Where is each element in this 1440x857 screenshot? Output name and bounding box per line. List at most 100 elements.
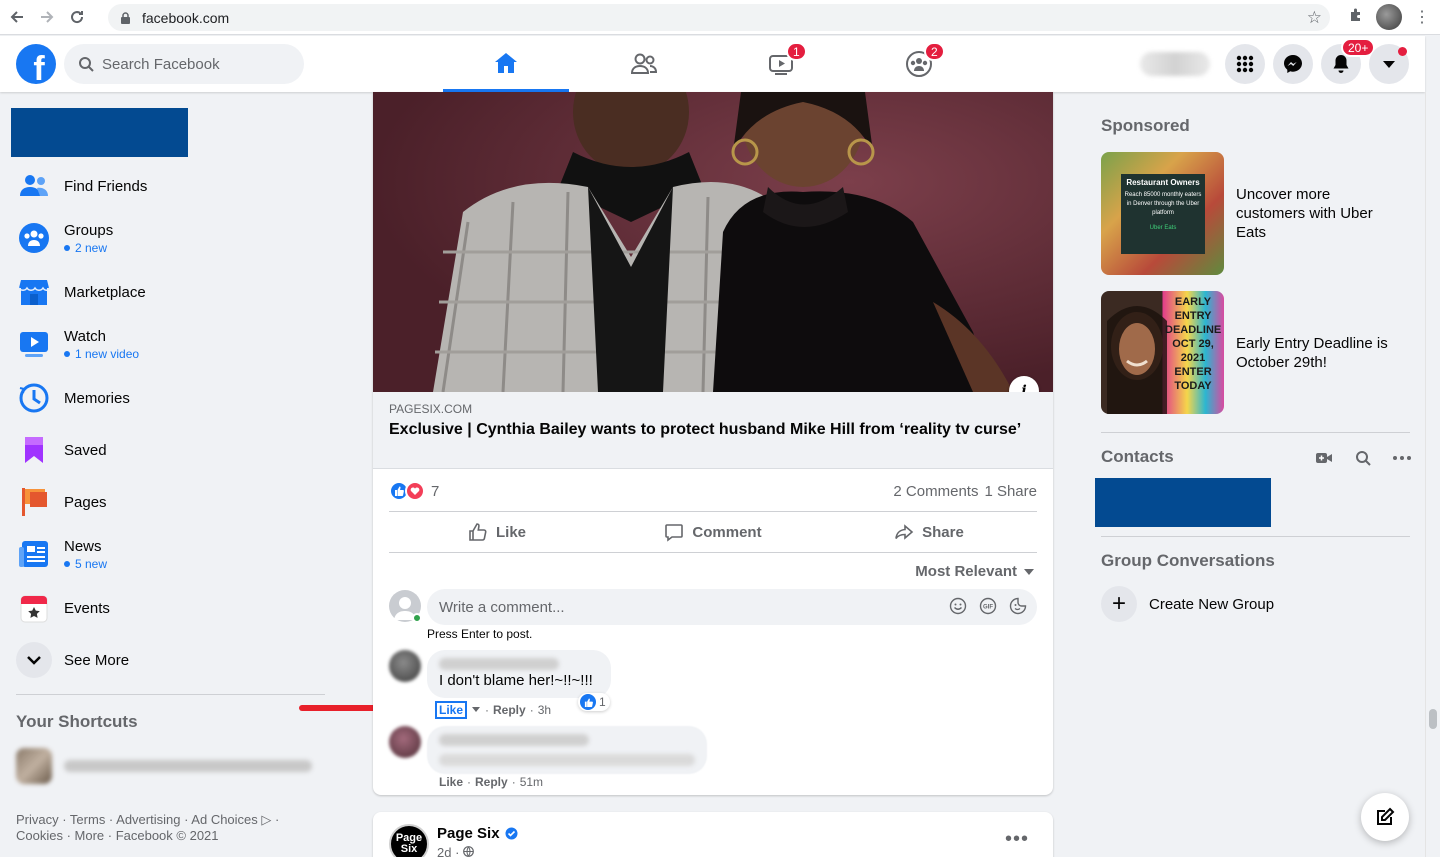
grid-menu-icon (1236, 55, 1254, 73)
bell-icon (1333, 55, 1349, 73)
marketplace-icon (16, 274, 52, 310)
messenger-button[interactable] (1273, 44, 1313, 84)
post-time[interactable]: 2d · (437, 845, 474, 857)
comment-like-count[interactable]: 1 (578, 693, 610, 711)
sidebar-item-pages[interactable]: Pages (16, 482, 107, 522)
comment-time[interactable]: 51m (520, 775, 543, 789)
forward-icon[interactable] (34, 4, 60, 30)
bookmark-star-icon[interactable]: ☆ (1307, 8, 1322, 28)
sidebar-item-memories[interactable]: Memories (16, 378, 130, 418)
comment-like-button[interactable]: Like (435, 701, 468, 719)
comment-composer[interactable]: GIF (427, 589, 1037, 625)
link-preview[interactable]: PAGESIX.COM Exclusive | Cynthia Bailey w… (373, 392, 1053, 469)
ad-image-brand: Uber Eats (1149, 225, 1177, 231)
shortcut-item-blurred[interactable] (16, 746, 316, 786)
photo-illustration (373, 92, 1053, 392)
commenter-name-blurred[interactable] (439, 734, 589, 746)
link-title: Exclusive | Cynthia Bailey wants to prot… (389, 421, 1022, 438)
watch-badge: 1 (786, 42, 807, 61)
ad-image-caption: EARLY ENTRY DEADLINE OCT 29, 2021 ENTER … (1165, 296, 1222, 392)
emoji-icon[interactable] (949, 597, 967, 615)
sidebar-item-sub: 2 new (64, 241, 113, 255)
sidebar-item-marketplace[interactable]: Marketplace (16, 272, 146, 312)
sticker-icon[interactable] (1009, 597, 1027, 615)
account-button[interactable] (1369, 44, 1409, 84)
post-photo[interactable] (373, 92, 1053, 392)
groups-badge: 2 (924, 42, 945, 61)
like-button[interactable]: Like (389, 512, 605, 552)
sponsored-ad-uber-eats[interactable]: Restaurant Owners Reach 85000 monthly ea… (1101, 152, 1401, 275)
comment-button[interactable]: Comment (605, 512, 821, 552)
caret-down-icon (1024, 568, 1034, 575)
svg-text:GIF: GIF (983, 605, 993, 611)
chevron-down-icon (16, 642, 52, 678)
comment-sort-dropdown[interactable]: Most Relevant (915, 563, 1035, 580)
browser-profile-avatar[interactable] (1376, 4, 1402, 30)
search-box[interactable] (64, 44, 304, 84)
current-user-avatar[interactable] (389, 590, 422, 623)
comment-time[interactable]: 3h (538, 703, 551, 717)
comment-actions: Like · Reply · 51m (439, 775, 544, 789)
sidebar-item-watch[interactable]: Watch 1 new video (16, 324, 139, 364)
account-dot (1398, 47, 1407, 56)
sidebar-item-find-friends[interactable]: Find Friends (16, 166, 147, 206)
comments-count-link[interactable]: 2 Comments (893, 483, 978, 500)
see-more-label: See More (64, 651, 130, 669)
reload-icon[interactable] (64, 4, 90, 30)
friends-icon (630, 53, 658, 74)
facebook-logo-icon[interactable]: f (16, 44, 56, 84)
page-name-link[interactable]: Page Six (437, 825, 518, 842)
comment-input[interactable] (439, 598, 939, 616)
video-call-icon[interactable] (1315, 451, 1333, 465)
reactions-summary: 7 2 Comments 1 Share (389, 478, 1037, 504)
page-scrollbar[interactable] (1425, 92, 1440, 857)
notifications-button[interactable]: 20+ (1321, 38, 1376, 84)
see-more-button[interactable]: See More (16, 640, 129, 680)
shares-count-link[interactable]: 1 Share (984, 483, 1037, 500)
more-options-icon[interactable] (1393, 456, 1411, 460)
sidebar-item-groups[interactable]: Groups 2 new (16, 218, 113, 258)
extensions-icon[interactable] (1348, 7, 1364, 27)
share-button[interactable]: Share (821, 512, 1037, 552)
sidebar-item-news[interactable]: News 5 new (16, 534, 107, 574)
groups-icon (16, 220, 52, 256)
sponsored-ad-early-entry[interactable]: EARLY ENTRY DEADLINE OCT 29, 2021 ENTER … (1101, 291, 1401, 414)
tab-home[interactable] (443, 36, 569, 92)
create-new-group-button[interactable]: + Create New Group (1101, 586, 1274, 622)
scrollbar-thumb[interactable] (1429, 709, 1437, 729)
sidebar-item-saved[interactable]: Saved (16, 430, 107, 470)
search-input[interactable] (102, 55, 282, 73)
ad-text: Early Entry Deadline is October 29th! (1236, 334, 1388, 371)
watch-icon (16, 326, 52, 362)
new-message-button[interactable] (1361, 793, 1409, 841)
more-options-icon[interactable]: ••• (1005, 828, 1029, 851)
commenter-avatar[interactable] (389, 726, 421, 758)
browser-menu-icon[interactable]: ⋮ (1414, 7, 1430, 27)
tab-groups[interactable]: 2 (856, 36, 982, 92)
page-six-logo[interactable]: Page Six (389, 824, 429, 857)
comment-reply-button[interactable]: Reply (475, 775, 508, 789)
address-bar[interactable]: facebook.com ☆ (108, 4, 1330, 31)
menu-button[interactable] (1225, 44, 1265, 84)
back-icon[interactable] (4, 4, 30, 30)
redacted-profile (11, 108, 188, 157)
commenter-name-blurred[interactable] (439, 658, 559, 670)
commenter-avatar[interactable] (389, 650, 421, 682)
browser-toolbar: facebook.com ☆ ⋮ (0, 0, 1440, 35)
caret-down-icon[interactable] (471, 706, 481, 714)
profile-shortcut[interactable] (1140, 52, 1210, 76)
sidebar-item-label: Saved (64, 441, 107, 459)
sidebar-item-events[interactable]: Events (16, 588, 110, 628)
share-arrow-icon (895, 524, 914, 540)
reaction-count-group[interactable]: 7 (389, 481, 439, 501)
footer-links[interactable]: Privacy · Terms · Advertising · Ad Choic… (16, 812, 316, 844)
post-action-bar: Like Comment Share (389, 511, 1037, 553)
tab-friends[interactable] (581, 36, 707, 92)
memories-clock-icon (16, 380, 52, 416)
gif-icon[interactable]: GIF (979, 597, 997, 615)
search-icon[interactable] (1355, 450, 1371, 466)
comment-like-button[interactable]: Like (439, 775, 463, 789)
comment-reply-button[interactable]: Reply (493, 703, 526, 717)
tab-watch[interactable]: 1 (718, 36, 844, 92)
shortcut-avatar (16, 748, 52, 784)
